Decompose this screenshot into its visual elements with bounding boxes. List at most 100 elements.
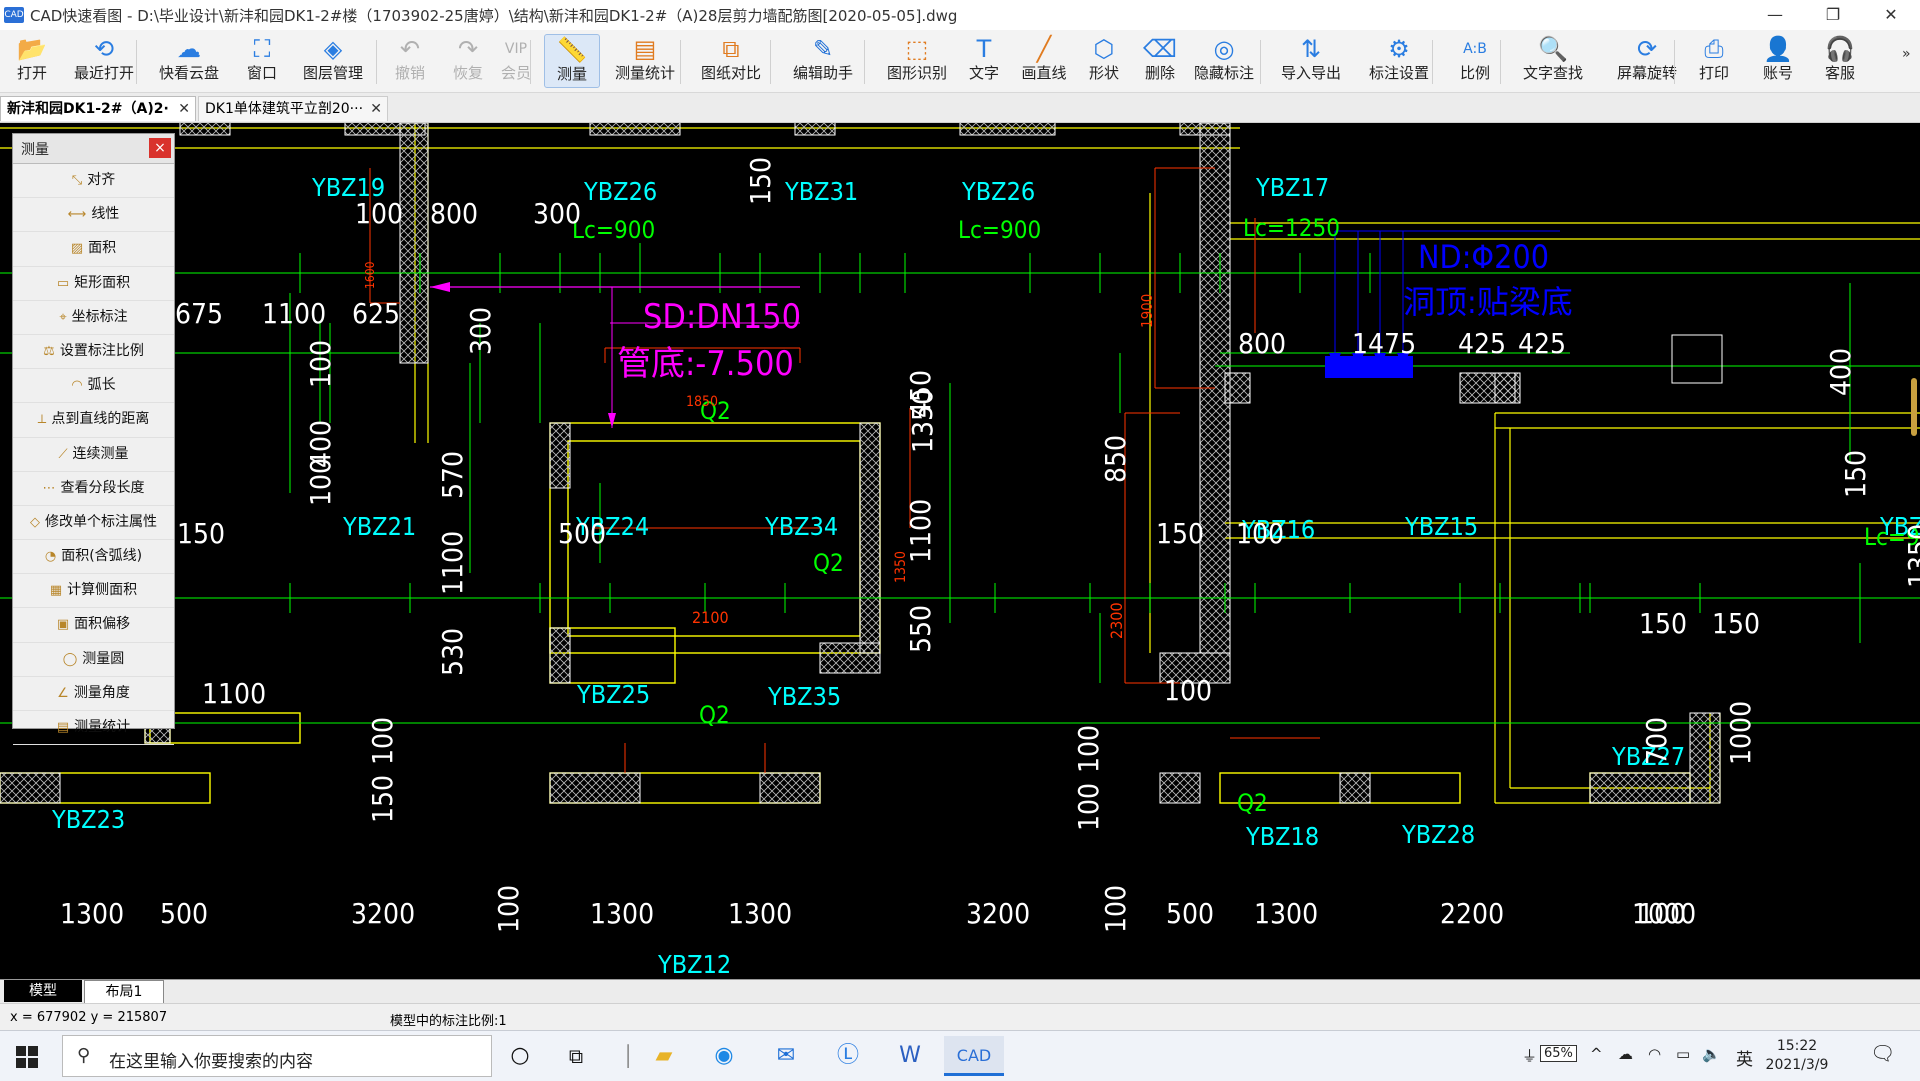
cad-drawing-canvas[interactable]: YBZ19 YBZ26 YBZ31 YBZ26 YBZ17 YBZ21 YBZ24 YBZ34…: [0, 123, 1920, 979]
text-button[interactable]: T 文字: [956, 34, 1012, 88]
layers-button[interactable]: ◈ 图层管理: [290, 34, 376, 88]
tab-document-2[interactable]: DK1单体建筑平立剖20··· ✕: [198, 96, 388, 121]
volume-icon[interactable]: 🔈: [1702, 1045, 1721, 1063]
dimension-text: 450: [904, 370, 937, 418]
chevron-up-icon[interactable]: ^: [1590, 1045, 1603, 1063]
measure-tool-label: 对齐: [87, 172, 116, 188]
measure-tool-5[interactable]: ⚖ 设置标注比例: [13, 335, 174, 370]
dimension-text: 500: [160, 897, 208, 930]
measure-tool-13[interactable]: ▣ 面积偏移: [13, 608, 174, 643]
column-hatch: [1689, 712, 1721, 804]
clock[interactable]: 15:22 2021/3/9: [1762, 1037, 1832, 1075]
cloud-button[interactable]: ☁ 快看云盘: [146, 34, 232, 88]
column-hatch: [1224, 372, 1251, 404]
tab-close-icon[interactable]: ✕: [178, 97, 190, 121]
vertical-scrollbar-thumb[interactable]: [1911, 378, 1917, 436]
toolbar-label: 比例: [1459, 64, 1490, 82]
measure-tool-8[interactable]: ⟋ 连续测量: [13, 438, 174, 472]
shape-recognize-button[interactable]: ⬚ 图形识别: [874, 34, 960, 88]
edit-assistant-button[interactable]: ✎ 编辑助手: [780, 34, 866, 88]
measure-tool-14[interactable]: ◯ 测量圆: [13, 643, 174, 677]
window-button[interactable]: ⛶ 窗口: [236, 34, 288, 88]
ruler-button[interactable]: 📏 测量: [544, 34, 600, 88]
measure-tool-4[interactable]: ⌖ 坐标标注: [13, 301, 174, 335]
history-button[interactable]: ⟲ 最近打开: [66, 34, 142, 88]
dimension-text: 150: [366, 775, 399, 823]
close-window-button[interactable]: ✕: [1862, 0, 1920, 30]
minimize-button[interactable]: —: [1746, 0, 1804, 30]
support-button[interactable]: 🎧 客服: [1812, 34, 1868, 88]
windows-start-icon[interactable]: [16, 1046, 38, 1068]
layout-tab-layout1[interactable]: 布局1: [84, 980, 164, 1004]
measure-tool-15[interactable]: ∠ 测量角度: [13, 677, 174, 711]
toolbar-label: 形状: [1088, 64, 1119, 82]
line-button[interactable]: ╱ 画直线: [1016, 34, 1072, 88]
measure-tool-2[interactable]: ▨ 面积: [13, 232, 174, 267]
onedrive-cloud-icon[interactable]: ☁: [1618, 1045, 1633, 1063]
compare-button[interactable]: ⧉ 图纸对比: [688, 34, 774, 88]
ime-indicator[interactable]: 英: [1736, 1045, 1753, 1070]
battery-indicator[interactable]: 65%: [1540, 1045, 1577, 1062]
battery-icon[interactable]: ▭: [1676, 1045, 1690, 1063]
dimension-text: 1000: [1724, 701, 1757, 765]
measure-tool-7[interactable]: ⟂ 点到直线的距离: [13, 403, 174, 438]
hide-annotation-button[interactable]: ◎ 隐藏标注: [1186, 34, 1262, 88]
measure-tool-11[interactable]: ◔ 面积(含弧线): [13, 540, 174, 575]
measure-tool-label: 测量圆: [82, 650, 125, 667]
scale-button[interactable]: A:B 比例: [1442, 34, 1508, 88]
measure-tool-6[interactable]: ◠ 弧长: [13, 369, 174, 404]
eraser-button[interactable]: ⌫ 删除: [1134, 34, 1186, 88]
word-icon[interactable]: W: [886, 1036, 934, 1076]
import-export-button[interactable]: ⇅ 导入导出: [1268, 34, 1354, 88]
notification-icon[interactable]: 🗨: [1870, 1041, 1895, 1065]
app-l-icon[interactable]: Ⓛ: [824, 1036, 872, 1076]
mail-icon[interactable]: ✉: [762, 1036, 810, 1076]
measure-tool-10[interactable]: ◇ 修改单个标注属性: [13, 506, 174, 541]
restore-button[interactable]: ❐: [1804, 0, 1862, 30]
dimension-text: 150: [1712, 607, 1760, 640]
account-icon: 👤: [1763, 35, 1793, 63]
measure-tool-1[interactable]: ⟷ 线性: [13, 198, 174, 233]
measure-tool-12[interactable]: ▦ 计算侧面积: [13, 574, 174, 609]
measure-stats-button[interactable]: ▤ 测量统计: [602, 34, 688, 88]
measure-tool-16[interactable]: ▤ 测量统计: [13, 711, 174, 746]
shapes-button[interactable]: ⬡ 形状: [1076, 34, 1132, 88]
dimension-text: 300: [533, 197, 581, 230]
rotate-screen-button[interactable]: ⟳ 屏幕旋转: [1604, 34, 1690, 88]
tab-close-icon[interactable]: ✕: [370, 97, 382, 121]
cad-viewer-taskbar-icon[interactable]: CAD: [944, 1036, 1004, 1076]
edge-browser-icon[interactable]: ◉: [700, 1036, 748, 1076]
measure-panel-close-button[interactable]: ×: [149, 138, 171, 158]
vip-button[interactable]: VIP 会员: [490, 34, 542, 88]
cortana-icon[interactable]: ○: [496, 1036, 544, 1076]
toolbar-label: 打开: [16, 64, 47, 82]
dimension-text: 625: [352, 297, 400, 330]
folder-open-button[interactable]: 📂 打开: [4, 34, 60, 88]
clock-time: 15:22: [1776, 1038, 1818, 1054]
tab-label: DK1单体建筑平立剖20···: [205, 101, 364, 117]
task-view-icon[interactable]: ⧉: [552, 1036, 600, 1076]
undo-button[interactable]: ↶ 撤销: [382, 34, 438, 88]
toolbar-more-chevron-icon[interactable]: »: [1902, 46, 1911, 62]
annotation-settings-button[interactable]: ⚙ 标注设置: [1356, 34, 1442, 88]
tab-document-1[interactable]: 新沣和园DK1-2#（A)2· ✕: [0, 96, 196, 121]
taskbar-search-box[interactable]: ⚲ 在这里输入你要搜索的内容: [62, 1035, 492, 1077]
column-hatch: [589, 123, 681, 136]
dimension-text: 675: [175, 297, 223, 330]
wifi-icon[interactable]: ◠: [1648, 1045, 1661, 1063]
dimension-text: 1600: [363, 261, 377, 289]
text-search-button[interactable]: 🔍 文字查找: [1510, 34, 1596, 88]
measure-tool-0[interactable]: ⤡ 对齐: [13, 164, 174, 199]
hide-annotation-icon: ◎: [1213, 35, 1235, 63]
measure-tool-3[interactable]: ▭ 矩形面积: [13, 267, 174, 301]
component-label: YBZ26: [583, 177, 657, 206]
measure-tool-9[interactable]: ⋯ 查看分段长度: [13, 472, 174, 506]
account-button[interactable]: 👤 账号: [1750, 34, 1806, 88]
dimension-text: 1475: [1352, 327, 1416, 360]
printer-button[interactable]: ⎙ 打印: [1686, 34, 1742, 88]
file-explorer-icon[interactable]: ▰: [640, 1036, 688, 1076]
toolbar-label: 恢复: [452, 64, 483, 82]
layout-tab-model[interactable]: 模型: [4, 980, 82, 1002]
dimension-text: 800: [430, 197, 478, 230]
redo-button[interactable]: ↷ 恢复: [442, 34, 494, 88]
